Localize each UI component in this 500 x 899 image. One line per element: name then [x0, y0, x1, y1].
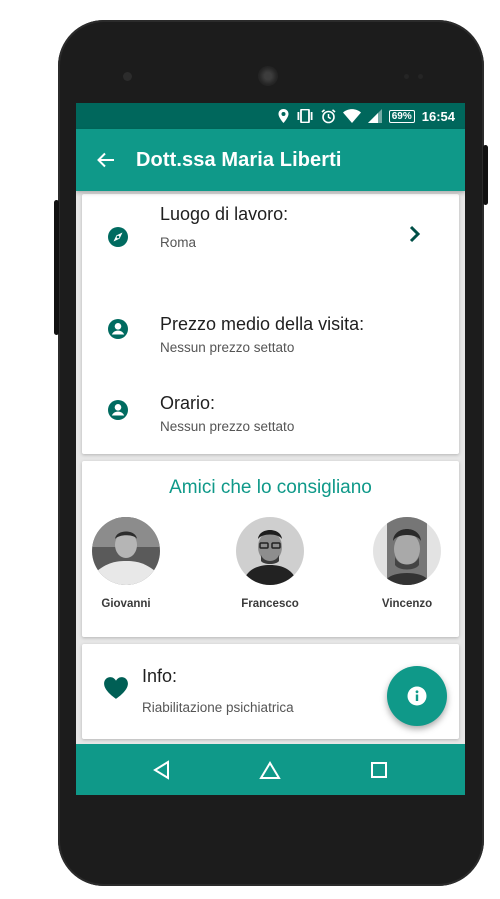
status-time: 16:54: [421, 108, 455, 124]
hours-value: Nessun prezzo settato: [160, 419, 295, 434]
phone-side-button-right: [483, 145, 488, 205]
friends-title: Amici che lo consigliano: [169, 477, 372, 498]
price-title: Prezzo medio della visita:: [160, 314, 365, 334]
compass-icon: [108, 227, 128, 247]
chevron-right-icon[interactable]: [408, 225, 422, 243]
avatar: [236, 517, 304, 585]
app-screen: 69% 16:54 Dott.ssa Maria Liberti Luogo d…: [76, 103, 465, 795]
avatar: [92, 517, 160, 585]
battery-level: 69%: [388, 109, 415, 123]
vibrate-icon: [297, 109, 313, 123]
app-bar: Dott.ssa Maria Liberti: [76, 129, 465, 191]
info-title: Info:: [142, 666, 178, 686]
arrow-left-icon[interactable]: [96, 150, 116, 170]
location-icon: [278, 109, 289, 123]
friend-name: Giovanni: [101, 598, 151, 610]
status-bar: 69% 16:54: [76, 103, 465, 129]
info-value: Riabilitazione psichiatrica: [142, 700, 294, 715]
info-fab-button[interactable]: [387, 666, 447, 726]
recents-square-icon[interactable]: [368, 759, 390, 781]
info-icon: [407, 686, 427, 706]
alarm-icon: [321, 108, 336, 123]
workplace-row[interactable]: Luogo di lavoro: Roma: [82, 194, 459, 282]
details-card: Luogo di lavoro: Roma Prezzo medio della…: [82, 194, 459, 454]
hours-title: Orario:: [160, 393, 216, 413]
price-value: Nessun prezzo settato: [160, 340, 295, 355]
friend-name: Vincenzo: [381, 598, 433, 610]
home-icon[interactable]: [259, 759, 281, 781]
friends-card: Amici che lo consigliano Giovanni France…: [82, 461, 459, 637]
front-camera: [123, 72, 132, 81]
light-sensor: [418, 74, 423, 79]
friend-name: Francesco: [241, 598, 299, 610]
wifi-icon: [342, 109, 361, 123]
friend-francesco[interactable]: Francesco: [225, 517, 315, 610]
workplace-value: Roma: [160, 235, 197, 250]
system-nav-bar: [76, 744, 465, 795]
proximity-sensor: [404, 74, 409, 79]
back-triangle-icon[interactable]: [151, 759, 173, 781]
price-row: Prezzo medio della visita: Nessun prezzo…: [82, 294, 459, 364]
signal-icon: [367, 109, 382, 123]
phone-side-button-left: [54, 200, 59, 335]
account-circle-icon: [108, 319, 128, 339]
account-circle-icon: [108, 400, 128, 420]
avatar: [373, 517, 441, 585]
workplace-title: Luogo di lavoro:: [160, 204, 289, 224]
hours-row: Orario: Nessun prezzo settato: [82, 374, 459, 444]
friend-giovanni[interactable]: Giovanni: [81, 517, 171, 610]
friend-vincenzo[interactable]: Vincenzo: [362, 517, 452, 610]
page-title: Dott.ssa Maria Liberti: [136, 148, 342, 171]
heart-icon: [104, 677, 128, 699]
earpiece-speaker: [258, 66, 278, 86]
